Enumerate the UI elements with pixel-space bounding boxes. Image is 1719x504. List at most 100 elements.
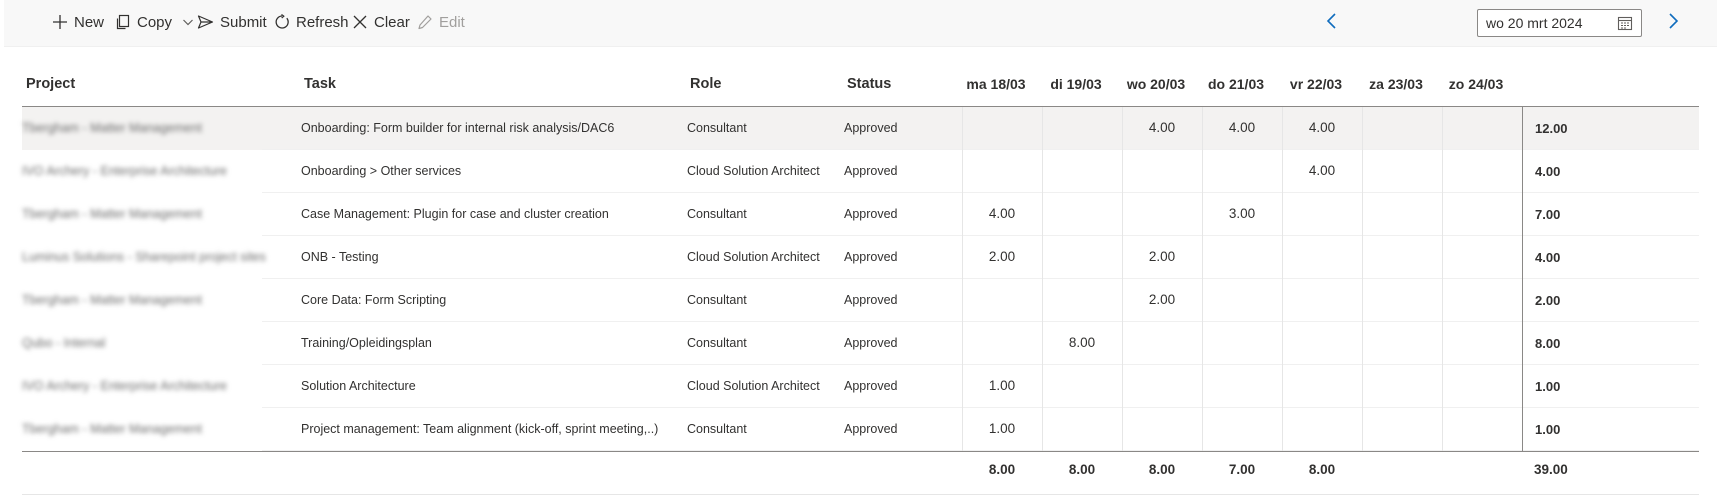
project-cell: IVO Archery - Enterprise Architecture <box>22 379 227 393</box>
new-label: New <box>74 13 105 31</box>
hours-cell <box>1042 150 1122 193</box>
hours-cell <box>1202 150 1282 193</box>
task-cell: Onboarding: Form builder for internal ri… <box>301 121 615 135</box>
hours-cell: 4.00 <box>1308 163 1336 178</box>
hours-cell: 4.00 <box>1148 120 1176 135</box>
column-header-status[interactable]: Status <box>847 76 891 92</box>
table-row[interactable]: Tbergham - Matter Management Onboarding: … <box>22 107 1699 150</box>
clear-button[interactable]: Clear <box>352 11 410 33</box>
hours-cell <box>1362 193 1442 236</box>
hours-cell: 2.00 <box>1148 249 1176 264</box>
task-cell: Project management: Team alignment (kick… <box>301 422 659 436</box>
hours-cell <box>1282 236 1362 279</box>
table-row[interactable]: Tbergham - Matter Management Core Data: F… <box>22 279 1699 322</box>
date-picker[interactable] <box>1477 9 1642 37</box>
submit-label: Submit <box>220 13 267 31</box>
hours-cell <box>1442 107 1522 150</box>
grid-line <box>1362 107 1363 451</box>
column-header-day[interactable]: zo 24/03 <box>1436 76 1516 92</box>
calendar-icon[interactable] <box>1617 15 1633 31</box>
status-cell: Approved <box>844 293 898 307</box>
column-header-task[interactable]: Task <box>304 76 336 92</box>
role-cell: Cloud Solution Architect <box>687 379 820 393</box>
hours-cell <box>1202 279 1282 322</box>
column-header-day[interactable]: di 19/03 <box>1036 76 1116 92</box>
hours-cell <box>962 150 1042 193</box>
table-row[interactable]: Qubo - Internal Training/Opleidingsplan Co… <box>22 322 1699 365</box>
column-header-day[interactable]: za 23/03 <box>1356 76 1436 92</box>
status-cell: Approved <box>844 250 898 264</box>
grid-line <box>1042 107 1043 451</box>
hours-cell <box>1282 193 1362 236</box>
hours-cell <box>1442 279 1522 322</box>
command-bar: New Copy Submit Refresh Clear Edit <box>4 0 1717 47</box>
footer-day-total: 7.00 <box>1228 462 1256 477</box>
hours-cell <box>1122 322 1202 365</box>
hours-cell <box>962 279 1042 322</box>
grid-line <box>1442 107 1443 451</box>
hours-cell <box>1122 365 1202 408</box>
column-header-day[interactable]: do 21/03 <box>1196 76 1276 92</box>
hours-cell <box>1362 236 1442 279</box>
role-cell: Cloud Solution Architect <box>687 250 820 264</box>
hours-cell <box>1122 408 1202 451</box>
grid-line <box>1282 107 1283 451</box>
submit-button[interactable]: Submit <box>197 11 267 33</box>
row-total-cell: 4.00 <box>1535 250 1561 265</box>
chevron-right-icon[interactable] <box>1666 12 1680 30</box>
task-cell: Core Data: Form Scripting <box>301 293 447 307</box>
hours-cell <box>1202 322 1282 365</box>
status-cell: Approved <box>844 164 898 178</box>
role-cell: Consultant <box>687 293 747 307</box>
clear-label: Clear <box>374 13 410 31</box>
project-cell: IVO Archery - Enterprise Architecture <box>22 164 227 178</box>
grid-line <box>962 107 963 451</box>
table-row[interactable]: Luminus Solutions - Sharepoint project s… <box>22 236 1699 279</box>
hours-cell <box>1042 236 1122 279</box>
table-row[interactable]: IVO Archery - Enterprise Architecture Sol… <box>22 365 1699 408</box>
table-row[interactable]: Tbergham - Matter Management Project mana… <box>22 408 1699 451</box>
hours-cell <box>1282 322 1362 365</box>
role-cell: Cloud Solution Architect <box>687 164 820 178</box>
hours-cell <box>1042 279 1122 322</box>
date-input[interactable] <box>1486 13 1606 33</box>
send-icon <box>197 15 214 29</box>
table-row[interactable]: Tbergham - Matter Management Case Managem… <box>22 193 1699 236</box>
hours-cell: 4.00 <box>1308 120 1336 135</box>
status-cell: Approved <box>844 207 898 221</box>
hours-cell <box>1042 365 1122 408</box>
edit-label: Edit <box>439 13 465 31</box>
refresh-label: Refresh <box>296 13 349 31</box>
new-button[interactable]: New <box>52 11 104 33</box>
project-cell: Luminus Solutions - Sharepoint project s… <box>22 250 266 264</box>
footer-bottom-line <box>22 494 1699 495</box>
column-header-day[interactable]: ma 18/03 <box>956 76 1036 92</box>
hours-cell <box>1282 279 1362 322</box>
table-row[interactable]: IVO Archery - Enterprise Architecture Onb… <box>22 150 1699 193</box>
hours-cell <box>1442 322 1522 365</box>
plus-icon <box>53 15 67 29</box>
column-header-project[interactable]: Project <box>26 76 75 92</box>
edit-button[interactable]: Edit <box>417 11 465 33</box>
hours-cell <box>1362 279 1442 322</box>
hours-cell: 2.00 <box>988 249 1016 264</box>
footer-day-total: 8.00 <box>1148 462 1176 477</box>
refresh-button[interactable]: Refresh <box>274 11 349 33</box>
hours-cell: 1.00 <box>988 421 1016 436</box>
hours-cell <box>1442 150 1522 193</box>
total-column-divider <box>1522 107 1523 451</box>
hours-cell <box>1042 193 1122 236</box>
grid-line <box>1122 107 1123 451</box>
column-header-day[interactable]: wo 20/03 <box>1116 76 1196 92</box>
column-header-day[interactable]: vr 22/03 <box>1276 76 1356 92</box>
hours-cell <box>1362 107 1442 150</box>
hours-cell: 1.00 <box>988 378 1016 393</box>
hours-cell <box>1362 322 1442 365</box>
column-header-role[interactable]: Role <box>690 76 721 92</box>
chevron-left-icon[interactable] <box>1325 12 1339 30</box>
footer-day-total: 8.00 <box>1308 462 1336 477</box>
copy-icon <box>116 14 130 30</box>
role-cell: Consultant <box>687 336 747 350</box>
copy-button[interactable]: Copy <box>115 11 194 33</box>
footer-day-total: 8.00 <box>1068 462 1096 477</box>
